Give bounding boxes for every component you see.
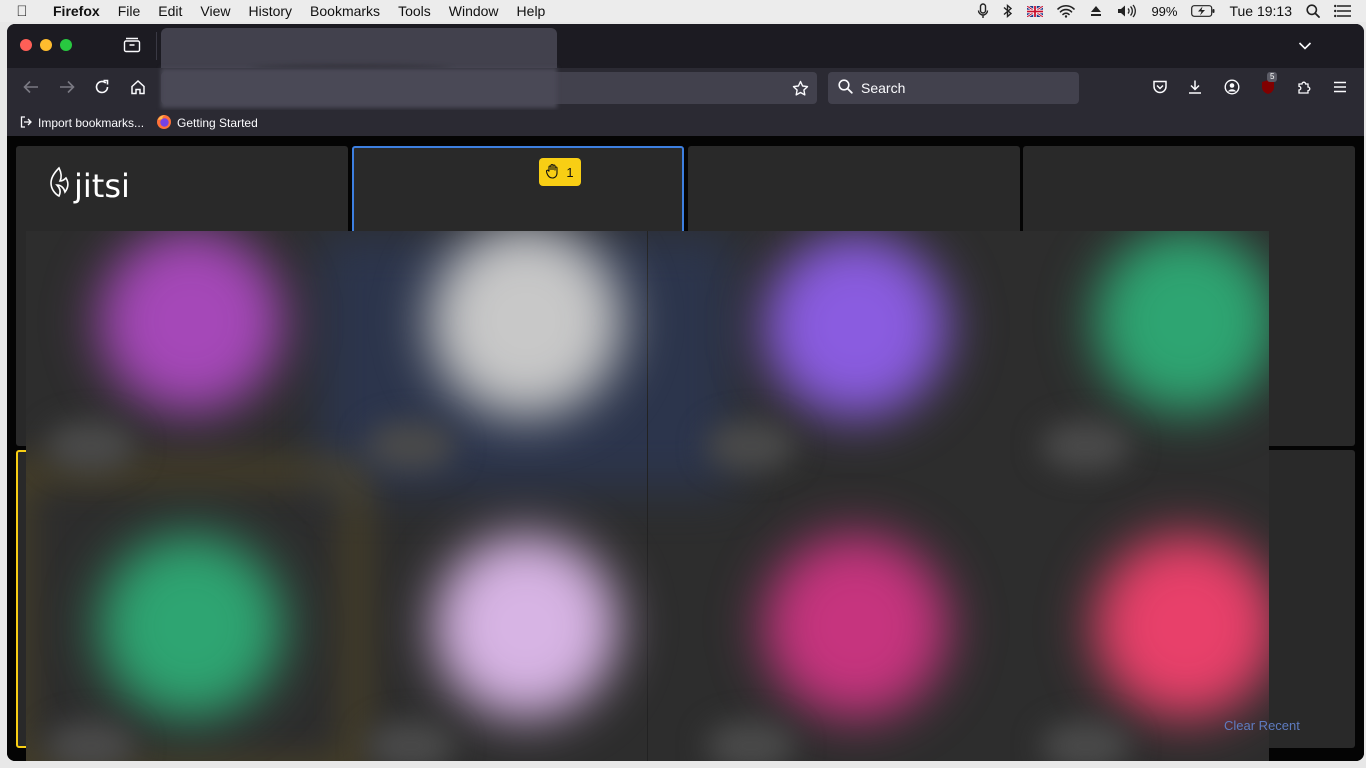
avatar-participant-4 — [1076, 231, 1269, 431]
avatar-participant-5 — [81, 516, 301, 736]
menu-edit[interactable]: Edit — [149, 0, 191, 22]
name-label-redacted — [706, 421, 796, 471]
active-tab[interactable] — [161, 28, 557, 68]
avatar-participant-7 — [746, 516, 966, 736]
avatar-participant-6 — [416, 516, 636, 736]
wifi-icon[interactable] — [1057, 4, 1076, 18]
bookmark-getting-started[interactable]: Getting Started — [156, 114, 258, 133]
grid-divider — [647, 231, 648, 761]
battery-charging-icon[interactable] — [1191, 5, 1215, 17]
control-center-icon[interactable] — [1334, 4, 1352, 18]
spotlight-search-icon[interactable] — [1306, 4, 1320, 18]
import-icon — [19, 115, 33, 132]
url-redacted — [161, 68, 557, 108]
tab-strip — [7, 24, 1364, 68]
menu-file[interactable]: File — [109, 0, 150, 22]
uk-flag-icon[interactable] — [1027, 5, 1044, 17]
account-icon[interactable] — [1224, 79, 1240, 100]
name-label-redacted — [366, 721, 456, 761]
extension-badge-count: 5 — [1267, 72, 1278, 82]
microphone-icon[interactable] — [977, 3, 989, 19]
menu-help[interactable]: Help — [508, 0, 555, 22]
window-minimize-button[interactable] — [40, 39, 52, 51]
bookmark-import-label: Import bookmarks... — [38, 116, 145, 130]
jitsi-conference-page: jitsi 1 — [7, 136, 1364, 761]
avatar-participant-1 — [81, 231, 301, 431]
hamburger-menu-icon[interactable] — [1332, 79, 1348, 100]
firefox-view-icon[interactable] — [123, 37, 141, 58]
name-label-redacted — [366, 421, 456, 471]
raised-hand-icon — [546, 163, 560, 182]
jitsi-logo: jitsi — [46, 166, 130, 206]
bluetooth-icon[interactable] — [1003, 3, 1013, 19]
search-placeholder: Search — [861, 80, 906, 96]
avatar-participant-3 — [746, 231, 966, 436]
jitsi-logo-icon — [46, 166, 72, 206]
bookmark-getting-started-label: Getting Started — [177, 116, 258, 130]
menubar-clock[interactable]: Tue 19:13 — [1229, 3, 1292, 19]
menu-app-name[interactable]: Firefox — [44, 0, 109, 22]
eject-icon[interactable] — [1089, 4, 1103, 18]
name-label-redacted — [1041, 421, 1131, 471]
blurred-avatar-grid — [26, 231, 1269, 761]
bookmark-star-icon[interactable] — [792, 80, 809, 102]
menu-view[interactable]: View — [191, 0, 239, 22]
window-close-button[interactable] — [20, 39, 32, 51]
raised-hand-count: 1 — [566, 164, 574, 180]
forward-arrow-icon[interactable] — [58, 79, 76, 100]
firefox-window: Search 5 Import bookmarks... Getting Sta… — [7, 24, 1364, 761]
menu-history[interactable]: History — [239, 0, 301, 22]
extensions-puzzle-icon[interactable] — [1296, 79, 1312, 100]
menu-bookmarks[interactable]: Bookmarks — [301, 0, 389, 22]
bookmark-import[interactable]: Import bookmarks... — [19, 115, 144, 132]
menu-window[interactable]: Window — [440, 0, 508, 22]
apple-menu-icon[interactable]:  — [0, 3, 44, 20]
reload-icon[interactable] — [94, 79, 110, 100]
volume-icon[interactable] — [1117, 4, 1137, 18]
name-label-redacted — [1041, 721, 1131, 761]
tab-separator — [156, 32, 157, 60]
avatar-participant-8 — [1076, 516, 1269, 736]
ublock-extension-icon[interactable] — [1260, 79, 1276, 100]
clear-recent-history-link[interactable]: Clear Recent — [1224, 718, 1300, 733]
name-label-redacted — [46, 421, 136, 471]
bookmarks-toolbar: Import bookmarks... Getting Started — [7, 110, 1364, 136]
window-fullscreen-button[interactable] — [60, 39, 72, 51]
url-bar[interactable] — [161, 68, 817, 108]
search-bar[interactable]: Search — [828, 72, 1079, 104]
search-icon — [838, 79, 853, 97]
pocket-icon[interactable] — [1152, 79, 1168, 100]
raised-hand-badge: 1 — [539, 158, 581, 186]
battery-percent: 99% — [1151, 3, 1178, 19]
firefox-logo-icon — [156, 114, 172, 133]
list-all-tabs-chevron-icon[interactable] — [1298, 38, 1312, 56]
navigation-toolbar: Search 5 — [7, 68, 1364, 110]
name-label-redacted — [706, 721, 796, 761]
jitsi-logo-text: jitsi — [74, 167, 130, 205]
downloads-icon[interactable] — [1187, 79, 1203, 100]
back-arrow-icon[interactable] — [22, 79, 40, 100]
home-icon[interactable] — [130, 79, 146, 100]
macos-menu-bar:  Firefox File Edit View History Bookmar… — [0, 0, 1366, 22]
menu-tools[interactable]: Tools — [389, 0, 440, 22]
